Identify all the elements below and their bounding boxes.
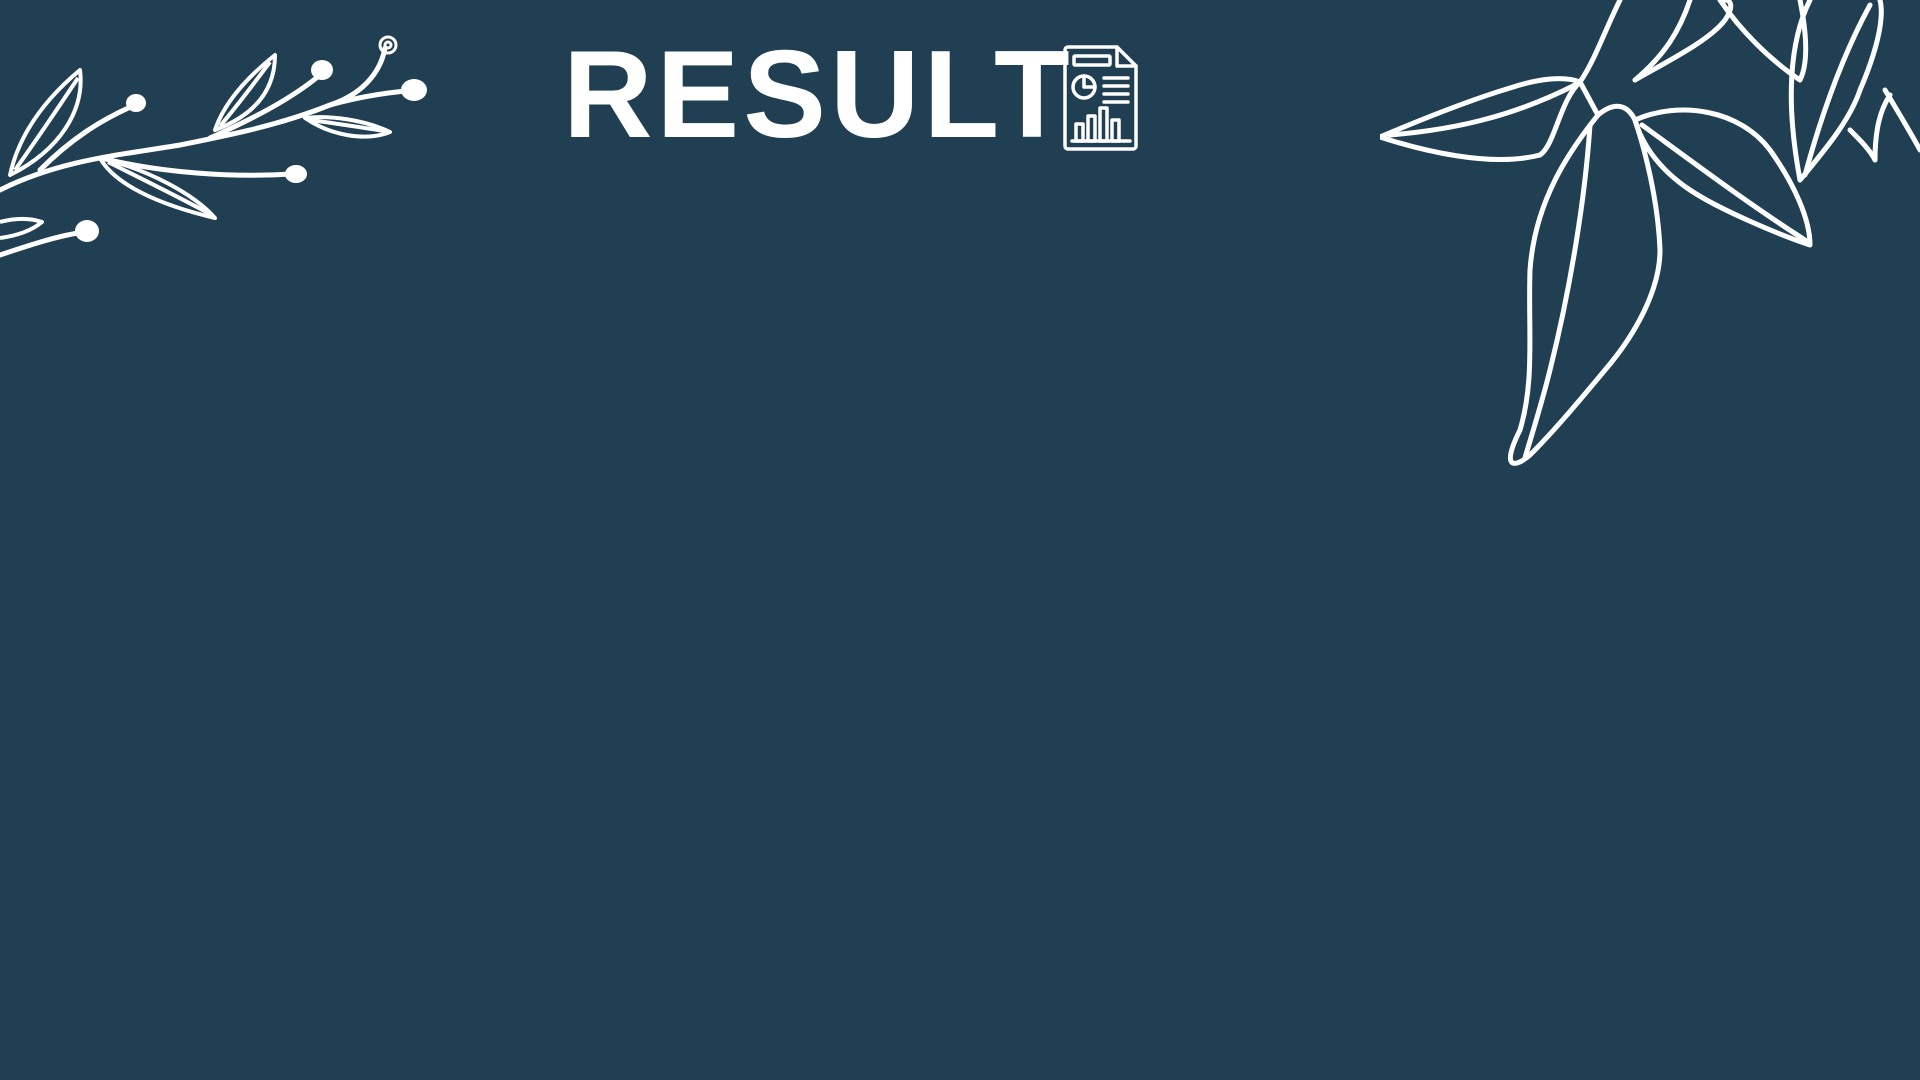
slide: RESULT xyxy=(0,0,1920,1080)
olive-branch-icon xyxy=(0,35,427,258)
title-container: RESULT xyxy=(563,33,1074,157)
report-document-icon xyxy=(1063,45,1138,151)
page-title: RESULT xyxy=(563,26,1074,164)
leaves-icon xyxy=(1380,0,1920,466)
